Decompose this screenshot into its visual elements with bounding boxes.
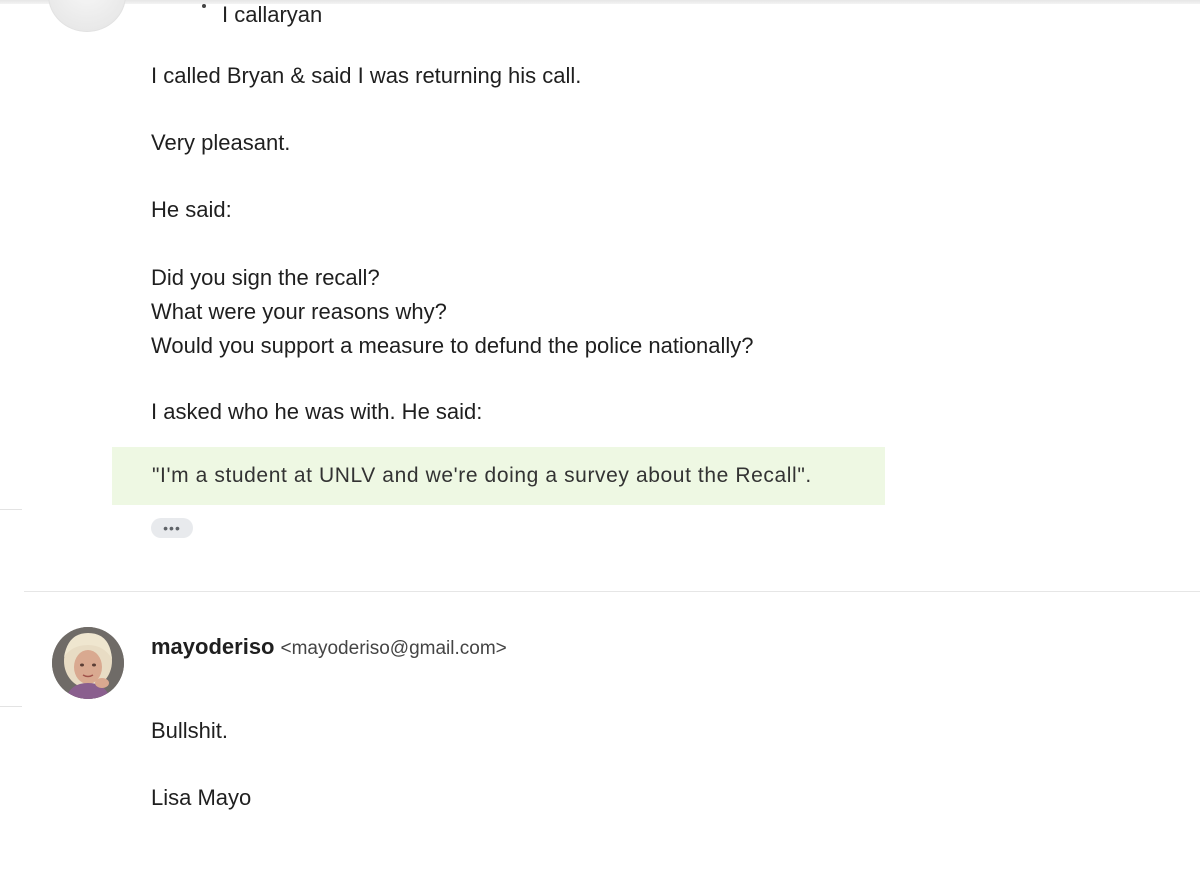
message-paragraph: I called Bryan & said I was returning hi… — [151, 63, 582, 88]
message-paragraph: He said: — [151, 197, 232, 222]
previous-sender-avatar[interactable] — [48, 0, 126, 32]
left-edge-mark — [0, 509, 22, 510]
sender-name[interactable]: mayoderiso — [151, 634, 275, 659]
message-paragraph: What were your reasons why? — [151, 299, 447, 324]
message-paragraph: Very pleasant. — [151, 130, 291, 155]
sender-email[interactable]: <mayoderiso@gmail.com> — [281, 638, 507, 659]
avatar-photo — [52, 627, 124, 699]
message-paragraph: I asked who he was with. He said: — [151, 399, 483, 424]
reply-body: Bullshit. — [151, 718, 229, 743]
message-divider — [24, 591, 1200, 592]
highlighted-quote: "I'm a student at UNLV and we're doing a… — [112, 447, 885, 505]
sender-avatar[interactable] — [52, 627, 124, 699]
show-trimmed-content-button[interactable]: ••• — [151, 518, 193, 538]
message-paragraph: Did you sign the recall? — [151, 265, 380, 290]
quote-text: "I'm a student at UNLV and we're doing a… — [152, 464, 812, 487]
reply-signature: Lisa Mayo — [151, 785, 252, 810]
cut-off-glyph — [202, 4, 206, 8]
cut-off-header-text: I callaryan — [222, 2, 323, 27]
message-top-border — [0, 0, 1200, 4]
sender-line: mayoderiso <mayoderiso@gmail.com> — [151, 634, 507, 663]
left-edge-mark — [0, 706, 22, 707]
email-thread: I callaryan I called Bryan & said I was … — [0, 0, 1200, 877]
message-paragraph: Would you support a measure to defund th… — [151, 333, 754, 358]
